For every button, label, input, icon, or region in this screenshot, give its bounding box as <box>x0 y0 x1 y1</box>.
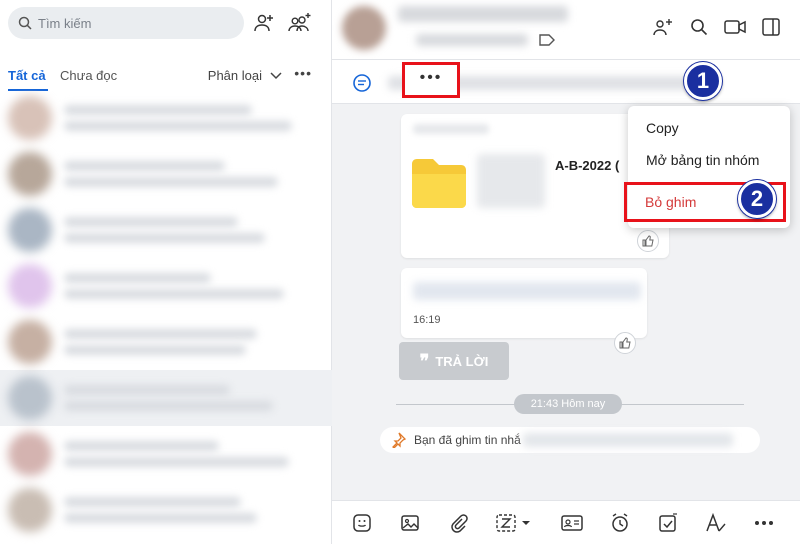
menu-item-copy[interactable]: Copy <box>646 120 679 136</box>
avatar <box>8 96 52 140</box>
folder-icon <box>412 159 466 208</box>
message-icon <box>353 74 371 92</box>
image-icon[interactable] <box>398 511 422 535</box>
search-input[interactable]: Tìm kiếm <box>8 7 244 39</box>
text-format-icon[interactable] <box>704 511 728 535</box>
chevron-down-icon <box>270 71 282 79</box>
search-icon <box>18 16 32 30</box>
unpin-label: Bỏ ghim <box>645 194 697 210</box>
contact-card-icon[interactable] <box>560 511 584 535</box>
menu-item-open-board[interactable]: Mở bảng tin nhóm <box>646 152 759 168</box>
sidebar-more-button[interactable]: ••• <box>294 65 312 81</box>
classify-label: Phân loại <box>207 68 262 83</box>
chat-subtitle <box>416 34 528 46</box>
pinned-more-button[interactable]: ••• <box>402 62 460 98</box>
chat-header <box>332 0 800 60</box>
chat-title <box>398 6 568 22</box>
classify-dropdown[interactable]: Phân loại <box>208 68 282 83</box>
reply-button[interactable]: ❞ TRẢ LỜI <box>399 342 509 380</box>
list-item[interactable] <box>0 146 332 202</box>
tab-all[interactable]: Tất cả <box>8 68 46 83</box>
list-item[interactable] <box>0 90 332 146</box>
avatar <box>8 376 52 420</box>
composer-toolbar <box>332 500 800 544</box>
search-icon[interactable] <box>688 16 710 38</box>
pinned-notice-text: Bạn đã ghim tin nhắ <box>414 433 521 447</box>
attachment-icon[interactable] <box>446 511 470 535</box>
sticker-icon[interactable] <box>350 511 374 535</box>
list-item[interactable] <box>0 370 332 426</box>
pin-icon <box>392 432 406 448</box>
add-member-icon[interactable] <box>652 16 674 38</box>
task-icon[interactable] <box>656 511 680 535</box>
conversation-sidebar: Tìm kiếm Tất cả Chưa đọc Phân loại ••• <box>0 0 332 544</box>
add-friend-icon[interactable] <box>252 11 276 35</box>
avatar <box>8 320 52 364</box>
avatar <box>8 152 52 196</box>
create-group-icon[interactable] <box>288 11 312 35</box>
more-options-icon[interactable] <box>752 511 776 535</box>
avatar <box>8 264 52 308</box>
thumbs-up-icon <box>642 235 654 247</box>
message-time: 16:19 <box>413 314 441 326</box>
avatar <box>8 432 52 476</box>
date-separator: 21:43 Hôm nay <box>514 394 622 414</box>
conversation-tabs: Tất cả Chưa đọc Phân loại ••• <box>0 62 332 91</box>
text-message-card[interactable] <box>401 268 647 338</box>
pinned-notice: Bạn đã ghim tin nhắ <box>380 427 760 453</box>
step-badge-2: 2 <box>738 180 776 218</box>
avatar <box>8 208 52 252</box>
tab-unread[interactable]: Chưa đọc <box>60 68 117 83</box>
list-item[interactable] <box>0 258 332 314</box>
list-item[interactable] <box>0 426 332 482</box>
video-call-icon[interactable] <box>724 16 746 38</box>
sidebar-toggle-icon[interactable] <box>760 16 782 38</box>
avatar[interactable] <box>342 6 386 50</box>
quote-icon: ❞ <box>419 351 430 371</box>
thumbs-up-icon <box>619 337 631 349</box>
tag-icon[interactable] <box>538 33 556 47</box>
reply-label: TRẢ LỜI <box>435 353 489 369</box>
list-item[interactable] <box>0 482 332 538</box>
file-name: A-B-2022 ( <box>555 158 620 173</box>
conversation-list <box>0 90 332 544</box>
like-button[interactable] <box>637 230 659 252</box>
list-item[interactable] <box>0 202 332 258</box>
reminder-icon[interactable] <box>608 511 632 535</box>
avatar <box>8 488 52 532</box>
like-button[interactable] <box>614 332 636 354</box>
screenshot-icon[interactable] <box>494 511 534 535</box>
search-placeholder: Tìm kiếm <box>38 15 92 31</box>
list-item[interactable] <box>0 314 332 370</box>
step-badge-1: 1 <box>684 62 722 100</box>
